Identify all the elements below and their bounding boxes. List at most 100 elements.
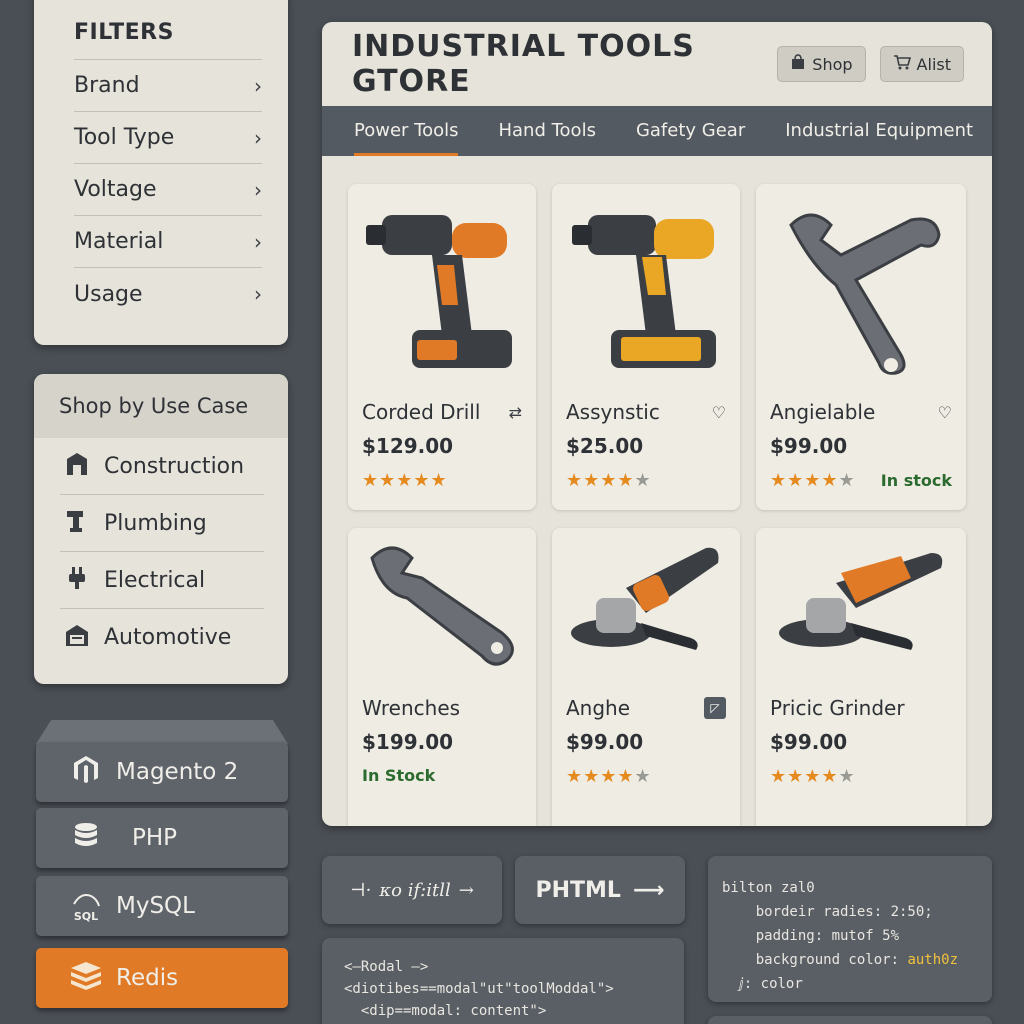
rating-stars: ★★★★★: [770, 766, 856, 787]
phtml-button[interactable]: PHTML ⟶: [515, 856, 685, 924]
stack-label: Redis: [116, 965, 179, 991]
product-price: $25.00: [566, 434, 644, 458]
css-line: bordeir radies: 2:50;: [755, 904, 933, 920]
code-panel-edge: [708, 1016, 992, 1024]
product-card[interactable]: Angielable ♡ $99.00 ★★★★★ In stock: [756, 184, 966, 510]
stack-top-bevel: [36, 720, 288, 744]
product-name[interactable]: Corded Drill: [362, 400, 480, 424]
rating-stars: ★★★★★: [566, 766, 652, 787]
chevron-right-icon: ›: [254, 73, 262, 98]
filters-title: FILTERS: [74, 20, 262, 60]
phtml-label: PHTML: [535, 877, 621, 903]
filter-brand[interactable]: Brand ›: [74, 60, 262, 112]
stack-label: PHP: [132, 825, 178, 851]
alist-button[interactable]: Alist: [879, 46, 964, 82]
cart-icon: [893, 54, 911, 74]
tab-power-tools[interactable]: Power Tools: [354, 106, 459, 156]
tab-safety-gear[interactable]: Gafety Gear: [636, 106, 745, 156]
store-header: INDUSTRIAL TOOLS GTORE Shop Alist: [322, 22, 992, 106]
filter-label: Usage: [74, 281, 143, 307]
product-price: $99.00: [770, 730, 848, 754]
redis-icon: [56, 960, 116, 996]
database-icon: [56, 820, 116, 856]
wrench-image: [362, 528, 522, 688]
shop-button[interactable]: Shop: [777, 46, 866, 82]
use-case-plumbing[interactable]: Plumbing: [60, 495, 264, 552]
product-price: $199.00: [362, 730, 454, 754]
stack-php[interactable]: PHP: [36, 808, 288, 868]
filter-label: Voltage: [74, 177, 157, 202]
compare-icon[interactable]: ⇄: [509, 403, 522, 422]
arrow-right-icon: ⟶: [632, 877, 665, 903]
use-case-construction[interactable]: Construction: [60, 438, 264, 495]
product-card[interactable]: Pricic Grinder $99.00 ★★★★★: [756, 528, 966, 826]
product-price: $99.00: [770, 434, 848, 458]
mysql-icon: SQL: [56, 890, 116, 923]
wrench-image: [770, 184, 952, 396]
stack-redis[interactable]: Redis: [36, 948, 288, 1008]
product-price: $99.00: [566, 730, 644, 754]
product-card[interactable]: Corded Drill ⇄ $129.00 ★★★★★: [348, 184, 536, 510]
modal-button-label: κo if:itll: [379, 879, 451, 901]
product-card[interactable]: Anghe ◸ $99.00 ★★★★★: [552, 528, 740, 826]
building-icon: [60, 451, 94, 482]
grinder-image: [566, 528, 726, 688]
product-name[interactable]: Assynstic: [566, 400, 660, 424]
modal-code-snippet: <—Rodal —> <diotibes==modal"ut"toolModda…: [322, 938, 684, 1024]
css-line: padding: mutof 5%: [755, 928, 900, 944]
heart-icon[interactable]: ♡: [938, 403, 952, 422]
tab-hand-tools[interactable]: Hand Tools: [498, 106, 595, 156]
pipe-icon: [60, 508, 94, 539]
drill-image: [362, 184, 522, 396]
rating-stars: ★★★★★: [362, 470, 448, 491]
product-name[interactable]: Anghe: [566, 696, 630, 720]
magento-icon: [56, 754, 116, 790]
product-name[interactable]: Wrenches: [362, 696, 460, 720]
use-case-label: Construction: [104, 453, 245, 479]
filter-label: Material: [74, 229, 164, 254]
css-code-snippet: biltоn zal0 bordeir radies: 2:50; paddin…: [708, 856, 992, 1002]
chevron-right-icon: ›: [254, 177, 262, 202]
css-line: background color:: [755, 952, 908, 968]
expand-icon[interactable]: ◸: [704, 697, 726, 719]
stack-magento[interactable]: Magento 2: [36, 742, 288, 802]
product-name[interactable]: Pricic Grinder: [770, 696, 905, 720]
filter-voltage[interactable]: Voltage ›: [74, 164, 262, 216]
chevron-right-icon: ›: [254, 125, 262, 150]
grinder-image: [770, 528, 952, 688]
use-case-automotive[interactable]: Automotive: [60, 609, 264, 666]
drill-image: [566, 184, 726, 396]
stock-status: In Stock: [362, 766, 436, 785]
filter-material[interactable]: Material ›: [74, 216, 262, 268]
stack-label: Magento 2: [116, 759, 239, 785]
stack-mysql[interactable]: SQL MySQL: [36, 876, 288, 936]
use-case-label: Plumbing: [104, 510, 207, 536]
use-case-panel: Shop by Use Case Construction Plumbing E…: [34, 374, 288, 684]
product-card[interactable]: Wrenches $199.00 In Stock: [348, 528, 536, 826]
filters-panel: FILTERS Brand › Tool Type › Voltage › Mater…: [34, 0, 288, 345]
chevron-right-icon: ›: [254, 229, 262, 254]
product-price: $129.00: [362, 434, 454, 458]
alist-button-label: Alist: [916, 54, 951, 74]
use-case-title: Shop by Use Case: [34, 374, 288, 438]
tab-industrial-equipment[interactable]: Industrial Equipment: [785, 106, 973, 156]
category-nav: Power Tools Hand Tools Gafety Gear Indus…: [322, 106, 992, 156]
store-window: INDUSTRIAL TOOLS GTORE Shop Alist Power …: [322, 22, 992, 826]
product-name[interactable]: Angielable: [770, 400, 875, 424]
product-grid: Corded Drill ⇄ $129.00 ★★★★★ Assynstic ♡ $…: [348, 184, 966, 826]
arrow-right-icon: →: [458, 879, 474, 901]
store-title: INDUSTRIAL TOOLS GTORE: [352, 29, 695, 99]
filter-usage[interactable]: Usage ›: [74, 268, 262, 320]
plug-icon: [60, 565, 94, 596]
product-card[interactable]: Assynstic ♡ $25.00 ★★★★★: [552, 184, 740, 510]
use-case-label: Automotive: [104, 625, 232, 650]
css-line: color: [760, 976, 803, 992]
filter-tool-type[interactable]: Tool Type ›: [74, 112, 262, 164]
chevron-right-icon: ›: [254, 282, 262, 306]
filter-label: Brand: [74, 73, 140, 98]
rating-stars: ★★★★★: [566, 470, 652, 491]
use-case-electrical[interactable]: Electrical: [60, 552, 264, 609]
heart-icon[interactable]: ♡: [712, 403, 726, 422]
modal-trigger-button[interactable]: ⊣· κo if:itll →: [322, 856, 502, 924]
filter-label: Tool Type: [74, 125, 175, 150]
